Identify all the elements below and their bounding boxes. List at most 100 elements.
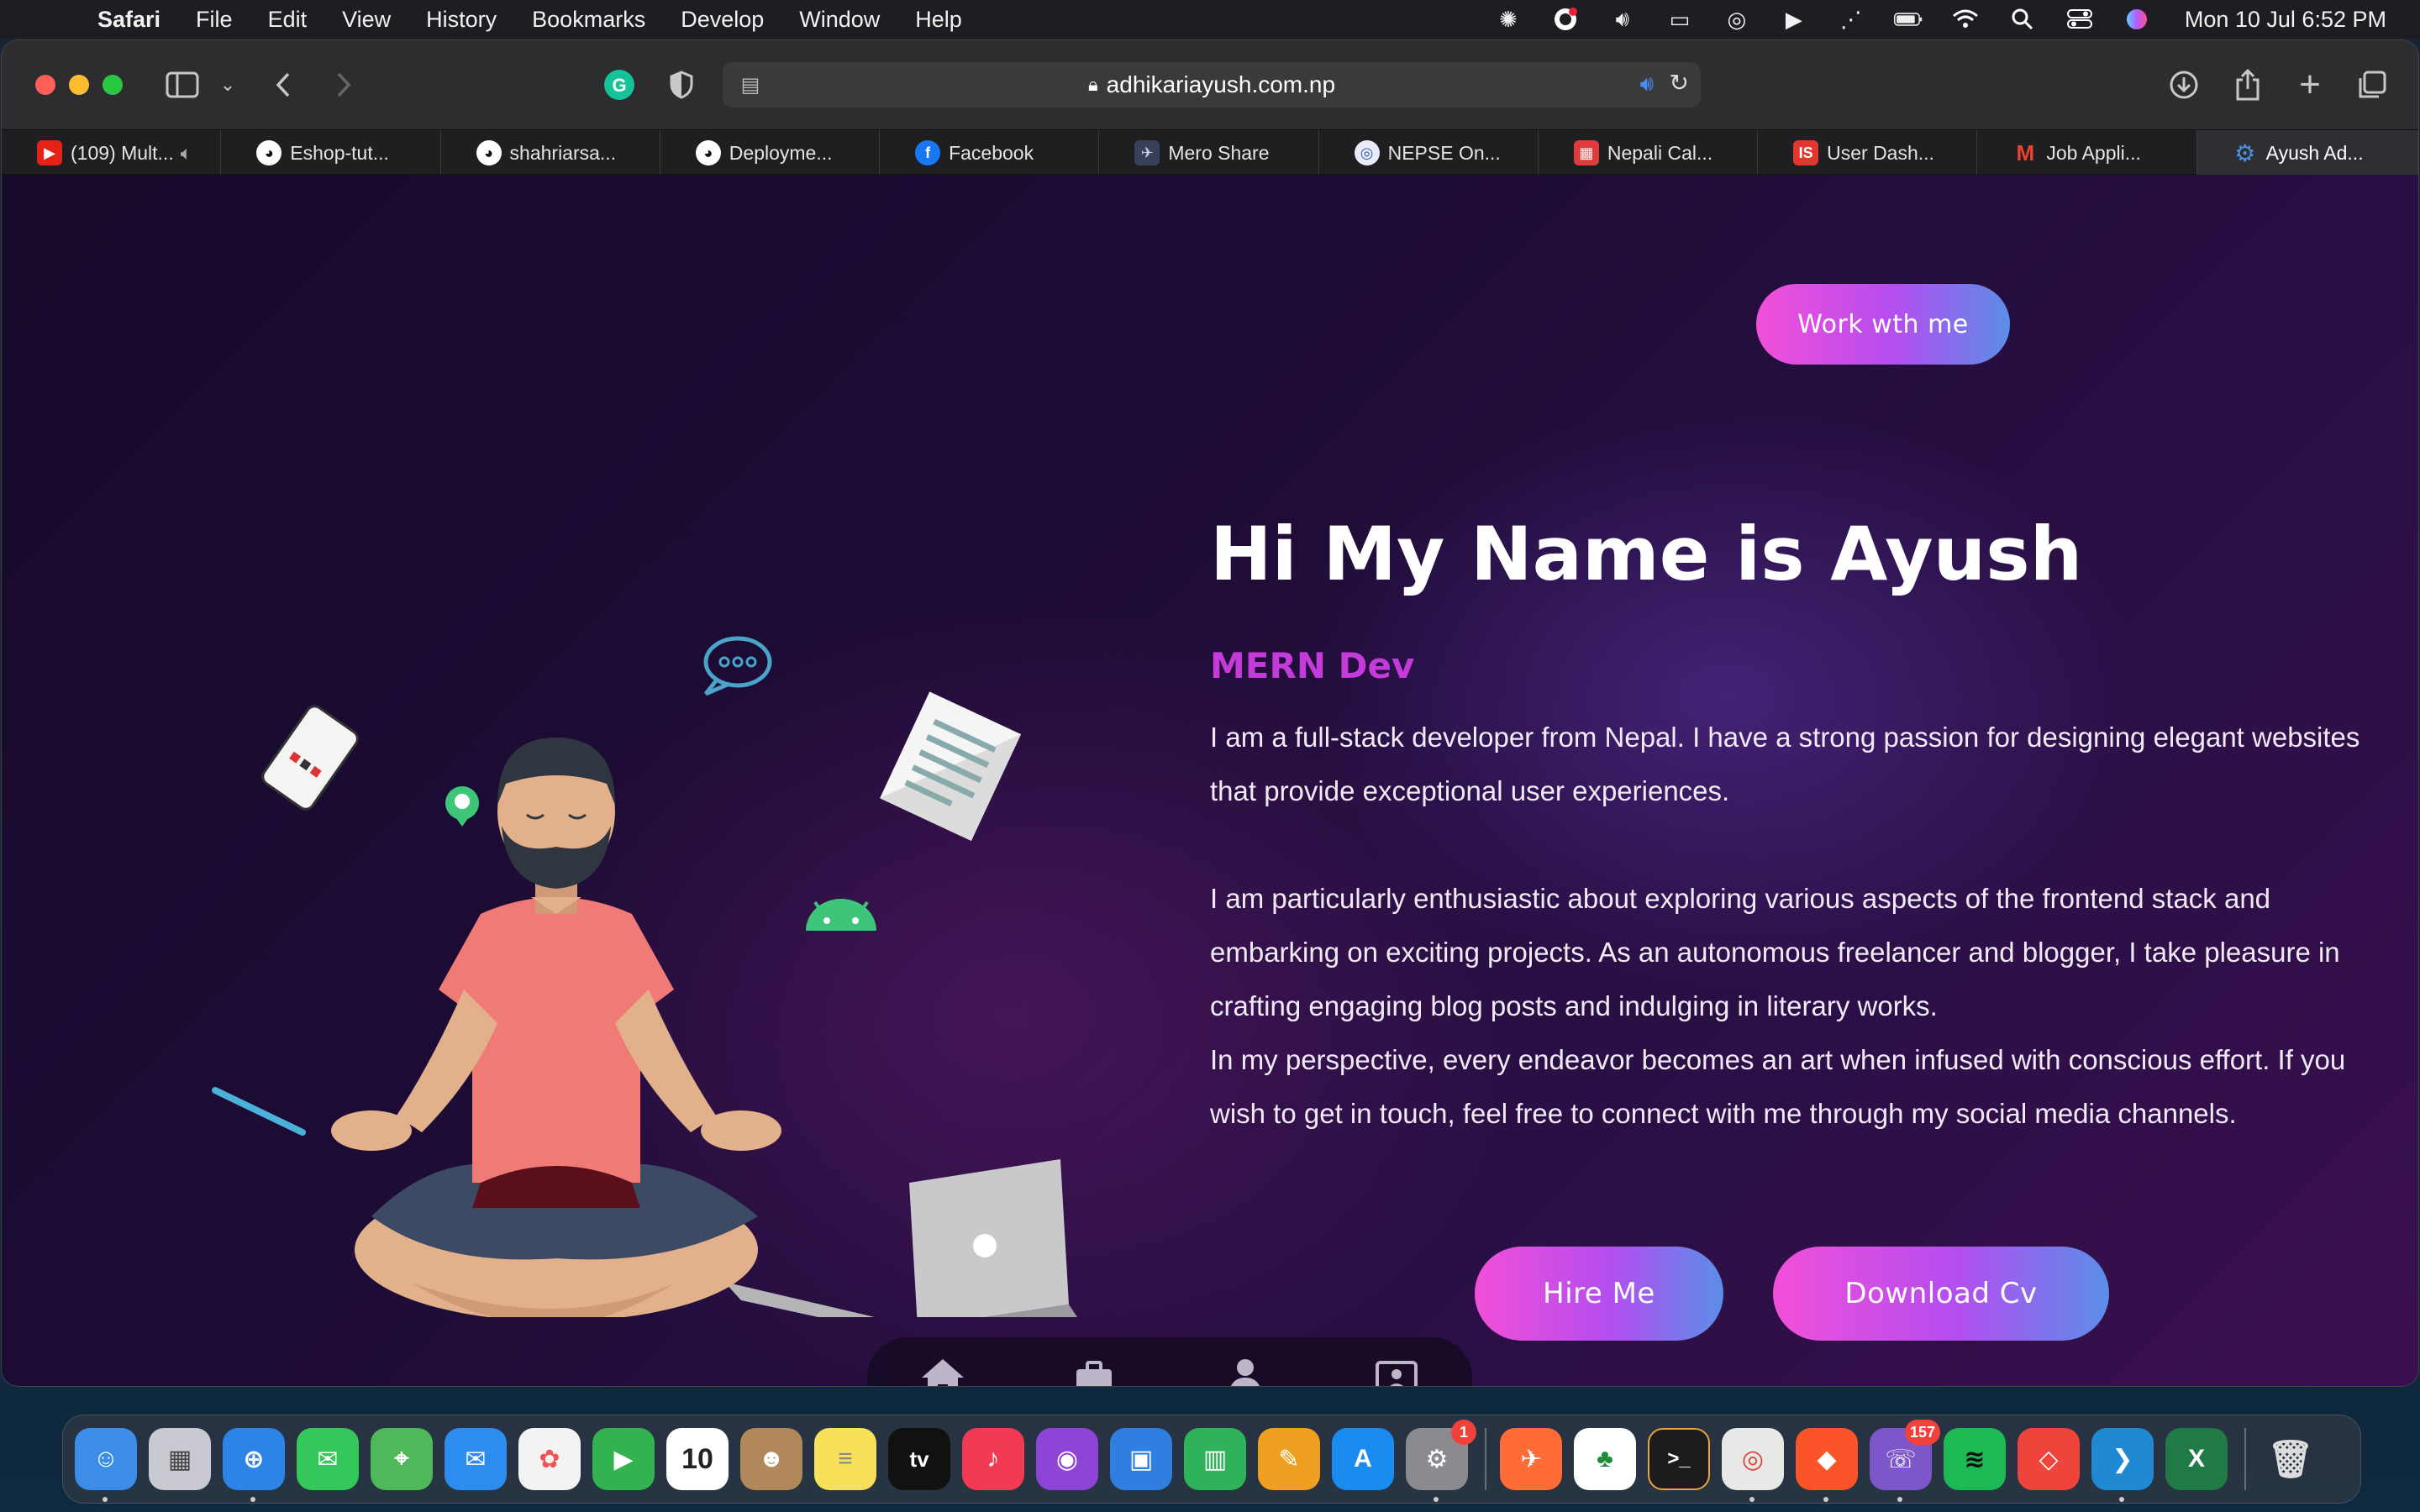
dock-postman[interactable]: ✈ [1500, 1428, 1562, 1490]
user-icon[interactable] [1220, 1352, 1270, 1386]
privacy-shield-icon[interactable] [660, 64, 702, 106]
airdrop-icon[interactable]: ◎ [1723, 7, 1751, 32]
play-icon[interactable]: ▶ [1780, 7, 1808, 32]
dock-safari[interactable]: ⊕ [223, 1428, 285, 1502]
dock-pages[interactable]: ✎ [1258, 1428, 1320, 1490]
back-button[interactable] [262, 64, 304, 106]
svg-text:G: G [612, 75, 626, 96]
launchpad-icon: ▦ [167, 1445, 192, 1473]
menu-history[interactable]: History [426, 7, 497, 33]
tab-shahriarsa[interactable]: ◕ shahriarsa... [441, 130, 660, 176]
dock-app-store[interactable]: A [1332, 1428, 1394, 1490]
reload-icon[interactable]: ↻ [1670, 69, 1689, 97]
tv-icon: tv [909, 1446, 929, 1472]
briefcase-icon[interactable] [1069, 1352, 1119, 1386]
chrome-icon: ◎ [1741, 1445, 1765, 1473]
dock-podcasts[interactable]: ◉ [1036, 1428, 1098, 1490]
music-icon: ♪ [986, 1445, 1000, 1473]
meroshare-icon: ✈ [1134, 140, 1160, 165]
dock-messages[interactable]: ✉ [297, 1428, 359, 1490]
sidebar-toggle-icon[interactable] [161, 64, 203, 106]
contact-icon[interactable] [1371, 1352, 1422, 1386]
close-window-button[interactable] [35, 75, 55, 95]
control-center-icon[interactable] [2065, 7, 2094, 32]
tab-label: Nepali Cal... [1607, 141, 1713, 164]
forward-button[interactable] [323, 64, 365, 106]
dock-anydesk[interactable]: ◇ [2018, 1428, 2080, 1490]
spotlight-search-icon[interactable] [2008, 7, 2037, 32]
menu-file[interactable]: File [196, 7, 233, 33]
dock-mail[interactable]: ✉ [445, 1428, 507, 1490]
dock-keynote[interactable]: ▣ [1110, 1428, 1172, 1490]
dock-launchpad[interactable]: ▦ [149, 1428, 211, 1490]
tab-overview-icon[interactable] [2351, 64, 2393, 106]
new-tab-icon[interactable]: + [2289, 64, 2331, 106]
menu-edit[interactable]: Edit [268, 7, 308, 33]
dock-photos[interactable]: ✿ [518, 1428, 581, 1490]
tab-eshop-tut[interactable]: ◕ Eshop-tut... [221, 130, 441, 176]
tab-youtube[interactable]: ▶ (109) Mult... 🔈︎ [2, 130, 222, 176]
grammarly-extension-icon[interactable]: G [598, 64, 640, 106]
work-with-me-button[interactable]: Work wth me [1756, 284, 2010, 365]
pages-icon: ✎ [1278, 1445, 1300, 1473]
tab-nepse[interactable]: ◎ NEPSE On... [1319, 130, 1539, 176]
share-icon[interactable] [2227, 64, 2269, 106]
viber-status-icon[interactable] [1551, 7, 1580, 32]
reader-mode-icon[interactable]: ▤ [736, 71, 765, 99]
dock-excel[interactable]: X [2165, 1428, 2228, 1490]
dock-facetime[interactable]: ▶ [592, 1428, 655, 1490]
tab-nepali-calendar[interactable]: ▦ Nepali Cal... [1539, 130, 1759, 176]
tab-job-application[interactable]: M Job Appli... [1977, 130, 2197, 176]
tab-label: Ayush Ad... [2265, 141, 2364, 164]
wifi-icon[interactable] [1951, 7, 1980, 32]
address-bar[interactable]: ▤ 🔒︎ adhikariayush.com.np 🔊︎ ↻ [723, 62, 1701, 108]
dock-chrome[interactable]: ◎ [1722, 1428, 1784, 1502]
audio-playing-icon[interactable]: 🔊︎ [1640, 71, 1654, 97]
dock-mongodb-compass[interactable]: ♣ [1574, 1428, 1636, 1490]
battery-icon[interactable] [1893, 7, 1923, 32]
hire-me-button[interactable]: Hire Me [1475, 1247, 1723, 1341]
dock-spotify[interactable]: ≋ [1944, 1428, 2006, 1490]
dock-tv[interactable]: tv [888, 1428, 950, 1490]
mongodb-icon: ♣ [1597, 1445, 1613, 1473]
dock-vscode[interactable]: ❯ [2091, 1428, 2154, 1502]
dock-finder[interactable]: ☺ [75, 1428, 137, 1502]
brightness-icon[interactable]: ✺ [1494, 7, 1523, 32]
tab-label: Eshop-tut... [290, 141, 389, 164]
tab-deployment[interactable]: ◕ Deployme... [660, 130, 881, 176]
zoom-window-button[interactable] [103, 75, 123, 95]
dock-maps[interactable]: ⌖ [371, 1428, 433, 1490]
app-menu[interactable]: Safari [97, 7, 160, 33]
tab-ayush-active[interactable]: ⚙ Ayush Ad... [2196, 130, 2418, 176]
dock-brave[interactable]: ◆ [1796, 1428, 1858, 1502]
menu-clock[interactable]: Mon 10 Jul 6:52 PM [2185, 7, 2386, 33]
download-cv-button[interactable]: Download Cv [1773, 1247, 2109, 1341]
menu-view[interactable]: View [342, 7, 391, 33]
dock-numbers[interactable]: ▥ [1184, 1428, 1246, 1490]
dock-terminal[interactable]: >_ [1648, 1428, 1710, 1490]
display-icon[interactable]: ▭ [1665, 7, 1694, 32]
dock-contacts[interactable]: ☻ [740, 1428, 802, 1490]
home-icon[interactable] [918, 1352, 968, 1386]
dock-viber[interactable]: ☏ 157 [1870, 1420, 1940, 1502]
audio-icon[interactable]: 🔈︎ [181, 142, 192, 165]
siri-icon[interactable] [2123, 7, 2151, 32]
menu-help[interactable]: Help [915, 7, 962, 33]
activity-icon[interactable]: ⋰ [1837, 7, 1865, 32]
dock-notes[interactable]: ≡ [814, 1428, 876, 1490]
chevron-down-icon[interactable]: ⌄ [207, 64, 249, 106]
dock-music[interactable]: ♪ [962, 1428, 1024, 1490]
downloads-icon[interactable] [2163, 64, 2205, 106]
tab-mero-share[interactable]: ✈ Mero Share [1099, 130, 1319, 176]
tab-facebook[interactable]: f Facebook [880, 130, 1100, 176]
dock-calendar[interactable]: 10 [666, 1428, 729, 1490]
spotify-icon: ≋ [1964, 1445, 1986, 1473]
dock-system-settings[interactable]: ⚙ 1 [1406, 1420, 1476, 1502]
dock-trash[interactable]: 🗑︎ [2260, 1428, 2322, 1490]
volume-icon[interactable]: 🔊︎ [1608, 6, 1637, 32]
tab-user-dashboard[interactable]: IS User Dash... [1758, 130, 1978, 176]
menu-bookmarks[interactable]: Bookmarks [532, 7, 645, 33]
menu-develop[interactable]: Develop [681, 7, 764, 33]
menu-window[interactable]: Window [799, 7, 880, 33]
minimize-window-button[interactable] [69, 75, 89, 95]
